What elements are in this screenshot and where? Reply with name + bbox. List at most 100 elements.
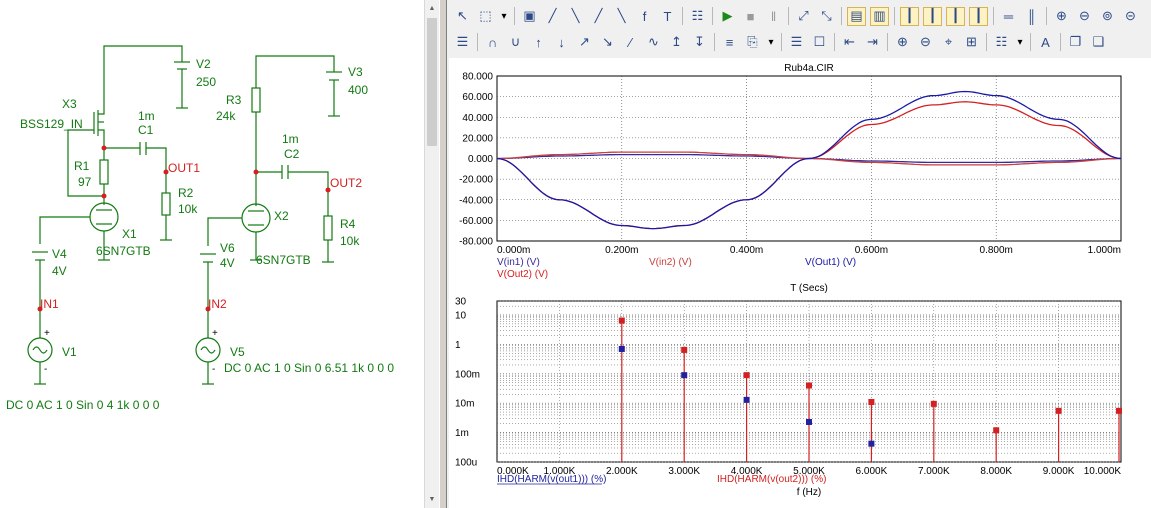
layout-3-icon[interactable]: ┃ [946,6,965,26]
page-icon[interactable]: ☰ [787,33,806,52]
properties-icon[interactable]: ☰ [453,33,472,52]
layout-4-icon[interactable]: ┃ [969,6,988,26]
peak-icon[interactable]: ∩ [483,33,502,52]
scroll-up-icon[interactable]: ▲ [426,1,438,16]
function-fx-icon[interactable]: f [635,7,654,26]
harmonic-point-out2[interactable] [618,317,625,324]
harmonic-point-out2[interactable] [930,400,937,407]
split-v-icon[interactable]: ║ [1022,7,1041,26]
stop-icon[interactable]: ■ [741,7,760,26]
zoom-in-icon[interactable]: ⊕ [1052,7,1071,26]
harmonics-chart[interactable]: 30101100m10m1m100u0.000K 1.000K 2.000K 3.00… [455,297,1122,499]
step-a-icon[interactable]: ⇤ [840,33,859,52]
harmonic-point-out2[interactable] [1055,407,1062,414]
split-h-icon[interactable]: ═ [999,7,1018,26]
paste-icon[interactable]: ⎘ [743,33,762,52]
scope-d-icon[interactable]: ╲ [612,7,631,26]
polarity-label: + [44,328,50,339]
zoom-out-icon[interactable]: ⊖ [1075,7,1094,26]
zoom-fit-icon[interactable]: ⊚ [1098,7,1117,26]
zoom-full-icon[interactable]: ⊞ [962,33,981,52]
inflection-icon[interactable]: ∿ [644,33,663,52]
valley-icon[interactable]: ∪ [506,33,525,52]
toolbar-separator [993,7,994,25]
low-icon[interactable]: ↓ [552,33,571,52]
schematic-canvas[interactable]: X3BSS129_IN C11mR197R210kX16SN7GTBV2250V3… [0,0,424,508]
grid-icon[interactable]: ☷ [992,33,1011,52]
harmonic-point-out1[interactable] [681,372,688,379]
harmonic-point-out1[interactable] [868,440,875,447]
rise-icon[interactable]: ↗ [575,33,594,52]
cursor-a-icon[interactable]: ⤢ [794,7,813,26]
dropdown-icon[interactable]: ▾ [1015,33,1025,52]
font-a-icon[interactable]: A [1036,33,1055,52]
global-low-icon[interactable]: ↧ [690,33,709,52]
data-point-icon[interactable]: ≡ [720,33,739,52]
scope-b-icon[interactable]: ╲ [566,7,585,26]
layout-1-icon[interactable]: ┃ [900,6,919,26]
copy-icon[interactable]: ❐ [1066,33,1085,52]
transient-chart[interactable]: 80.000 60.000 40.000 20.000 0.000 -20.000 -40.… [459,63,1122,294]
x-tick-label: 0.400m [730,245,763,256]
vertical-scrollbar[interactable]: ▲ ▼ [424,0,439,508]
global-high-icon[interactable]: ↥ [667,33,686,52]
text-tool-icon[interactable]: T [658,7,677,26]
component-value-v4: 4V [52,264,67,278]
harmonic-point-out2[interactable] [743,372,750,379]
cursor-b-icon[interactable]: ⤡ [817,7,836,26]
toolbar-separator [781,33,782,51]
window-box-icon[interactable]: ▣ [520,7,539,26]
step-b-icon[interactable]: ⇥ [863,33,882,52]
harmonic-point-out2[interactable] [806,382,812,389]
harmonic-point-out1[interactable] [806,418,812,425]
run-icon[interactable]: ▶ [718,7,737,26]
tile-a-icon[interactable]: ▤ [847,6,866,26]
zoom-area-icon[interactable]: ⌖ [939,33,958,52]
paste-b-icon[interactable]: ❑ [1089,33,1108,52]
component-value-x3: BSS129_IN [20,117,83,131]
component-ref-r2: R2 [178,186,194,200]
high-icon[interactable]: ↑ [529,33,548,52]
harmonic-point-out1[interactable] [743,396,750,403]
scope-c-icon[interactable]: ╱ [589,7,608,26]
component-ref-c1: C1 [138,123,154,137]
layout-2-icon[interactable]: ┃ [923,6,942,26]
tile-b-icon[interactable]: ▥ [870,6,889,26]
zoom-in-icon[interactable]: ⊕ [893,33,912,52]
x-tick-label: 7.000K [918,466,950,477]
x-tick-label: 6.000K [856,466,888,477]
node-label-out2: OUT2 [330,176,362,190]
component-value-v5: DC 0 AC 1 0 Sin 0 6.51 1k 0 0 0 [224,361,394,375]
plot-window[interactable]: 80.000 60.000 40.000 20.000 0.000 -20.000 -40.… [449,58,1151,508]
polarity-label: - [212,364,215,375]
zoom-out-icon[interactable]: ⊖ [916,33,935,52]
harmonic-point-out1[interactable] [618,345,625,352]
y-tick-label: 0.000 [468,154,493,165]
pause-icon[interactable]: ‖ [764,7,783,26]
zoom-pointer-icon[interactable]: ⬚ [476,7,495,26]
scroll-down-icon[interactable]: ▼ [426,492,438,507]
tag-icon[interactable]: ☐ [810,33,829,52]
select-arrow-icon[interactable]: ↖ [453,7,472,26]
harmonic-point-out2[interactable] [1116,407,1122,414]
component-ref-x1: X1 [122,227,137,241]
toolbar-separator [1046,7,1047,25]
scroll-thumb[interactable] [427,18,437,146]
property-sheet-icon[interactable]: ☷ [688,7,707,26]
zoom-reset-icon[interactable]: ⊝ [1121,7,1140,26]
pane-splitter[interactable] [439,0,447,508]
analysis-plot[interactable]: 80.000 60.000 40.000 20.000 0.000 -20.000 -40.… [449,58,1151,508]
scope-a-icon[interactable]: ╱ [543,7,562,26]
harmonic-point-out2[interactable] [993,427,1000,434]
dropdown-icon[interactable]: ▾ [766,33,776,52]
harmonic-point-out2[interactable] [681,346,688,353]
y-tick-label: 20.000 [462,133,493,144]
harmonic-point-out2[interactable] [868,398,875,405]
dropdown-icon[interactable]: ▾ [499,7,509,26]
toolbar-separator [714,33,715,51]
legend-entry: V(Out1) (V) [805,257,856,268]
y-tick-label: 1 [455,340,461,351]
slope-icon[interactable]: ∕ [621,33,640,52]
legend-entry: V(Out2) (V) [497,269,548,280]
fall-icon[interactable]: ↘ [598,33,617,52]
